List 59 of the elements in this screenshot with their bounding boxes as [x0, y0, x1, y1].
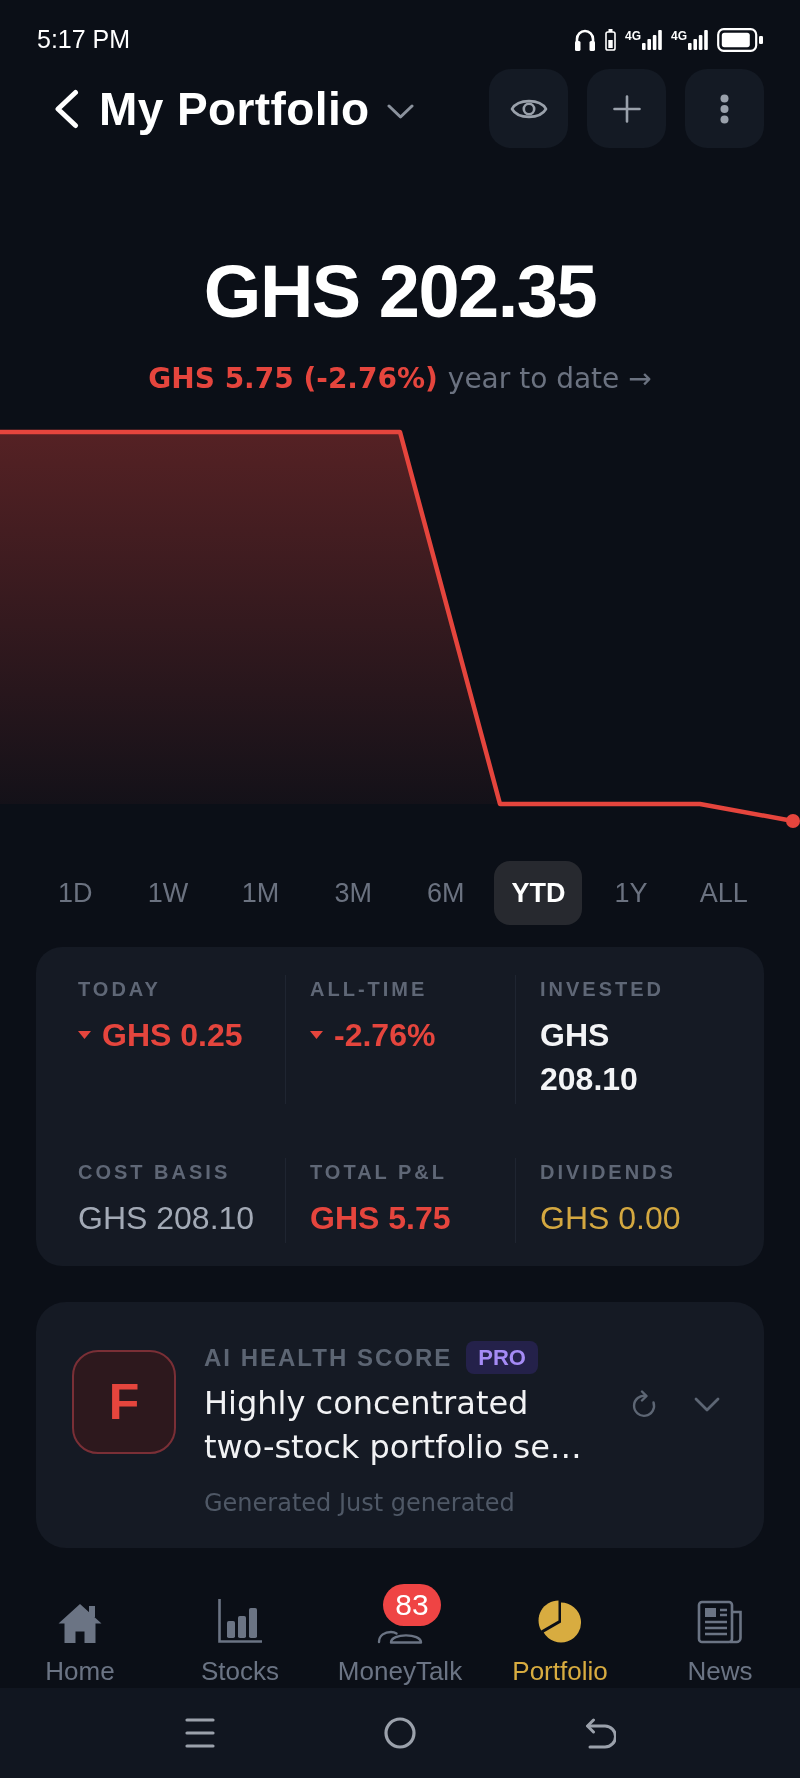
nav-item[interactable]: Stocks [160, 1580, 320, 1688]
range-tab[interactable]: ALL [679, 861, 768, 925]
stat-label: TOTAL P&L [310, 1161, 448, 1183]
chevron-down-icon[interactable] [386, 104, 414, 119]
stat-label: ALL-TIME [310, 978, 429, 1000]
pro-badge: PRO [466, 1341, 538, 1374]
home-icon [57, 1602, 103, 1644]
health-summary: Highly concentrated two-stock portfolio se… [204, 1383, 583, 1468]
more-button[interactable] [685, 69, 764, 148]
portfolio-title[interactable]: My Portfolio [99, 82, 370, 135]
stat-value: GHS 208.10 [78, 1199, 255, 1238]
stat-label: DIVIDENDS [540, 1161, 677, 1183]
stat-label: COST BASIS [78, 1161, 232, 1183]
refresh-icon[interactable] [631, 1390, 658, 1419]
range-tab[interactable]: 1Y [587, 861, 676, 925]
health-score-label: AI HEALTH SCORE [204, 1343, 453, 1372]
range-tab[interactable]: 1M [216, 861, 305, 925]
small-battery-icon [604, 28, 616, 51]
range-tab[interactable]: 1D [31, 861, 120, 925]
generated-note: Generated Just generated [204, 1488, 516, 1518]
range-tab[interactable]: 1W [123, 861, 212, 925]
stat-value: GHS 0.00 [540, 1199, 681, 1238]
home-circle-icon[interactable] [384, 1717, 416, 1749]
signal-icon [642, 29, 662, 50]
range-tab[interactable]: YTD [494, 861, 583, 925]
nav-item[interactable]: Portfolio [480, 1580, 640, 1688]
stat-value: GHS 0.25 [102, 1016, 243, 1055]
nav-item[interactable]: Home [0, 1580, 160, 1688]
network-type-label: 4G [671, 29, 687, 42]
stat-value: -2.76% [334, 1016, 436, 1055]
nav-item[interactable]: 83 MoneyTalk [320, 1580, 480, 1688]
notification-badge: 83 [383, 1584, 441, 1626]
value-change: GHS 5.75 (-2.76%) [148, 361, 438, 397]
pie-chart-icon [537, 1600, 583, 1644]
grade-tile: F [72, 1350, 176, 1454]
network-type-label: 4G [624, 29, 641, 42]
stat-label: INVESTED [540, 978, 666, 1000]
signal-icon [688, 29, 708, 50]
status-time: 5:17 PM [37, 25, 131, 54]
stat-label: TODAY [78, 978, 162, 1000]
menu-icon[interactable] [185, 1717, 215, 1749]
battery-icon [717, 27, 763, 52]
chevron-down-icon[interactable] [694, 1397, 720, 1412]
range-tab[interactable]: 3M [309, 861, 398, 925]
bar-chart-icon [217, 1598, 263, 1644]
plus-icon [612, 94, 641, 123]
stat-value: GHS 208.10 [540, 1016, 639, 1099]
headphones-icon [573, 27, 596, 52]
eye-button[interactable] [489, 69, 568, 148]
back-icon[interactable] [584, 1717, 616, 1749]
newspaper-icon [697, 1600, 743, 1644]
period-link[interactable]: year to date → [447, 359, 652, 399]
portfolio-value: GHS 202.35 [202, 252, 598, 332]
nav-item[interactable]: News [640, 1580, 800, 1688]
end-point-marker [786, 814, 800, 828]
back-icon[interactable] [54, 88, 79, 129]
stat-value: GHS 5.75 [310, 1199, 451, 1238]
range-tab[interactable]: 6M [401, 861, 490, 925]
more-vertical-icon [720, 93, 729, 124]
